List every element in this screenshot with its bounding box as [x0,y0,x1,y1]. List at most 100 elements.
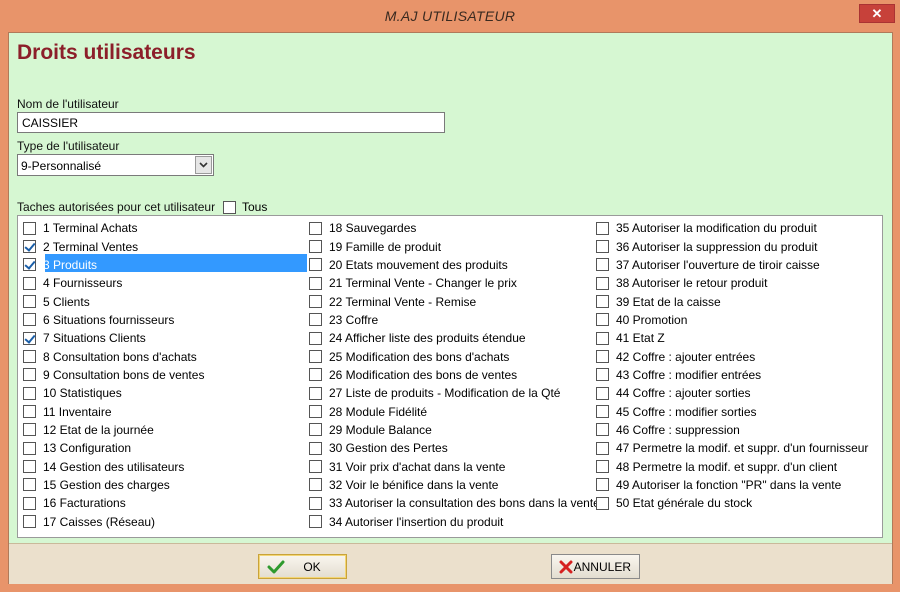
task-checkbox[interactable] [596,295,609,309]
title-bar[interactable]: M.AJ UTILISATEUR ✕ [0,0,900,33]
close-button[interactable]: ✕ [859,4,895,23]
task-checkbox[interactable] [23,313,36,327]
task-item[interactable]: 8 Consultation bons d'achats [18,347,204,365]
task-item[interactable]: 4 Fournisseurs [18,274,204,292]
task-checkbox[interactable] [23,240,36,254]
task-checkbox[interactable] [596,276,609,290]
task-item[interactable]: 47 Permetre la modif. et suppr. d'un fou… [591,439,868,457]
task-item[interactable]: 6 Situations fournisseurs [18,311,204,329]
task-checkbox[interactable] [309,368,322,382]
task-checkbox[interactable] [596,405,609,419]
task-checkbox[interactable] [23,423,36,437]
task-checkbox[interactable] [596,460,609,474]
task-item[interactable]: 39 Etat de la caisse [591,292,868,310]
task-checkbox[interactable] [309,478,322,492]
task-item[interactable]: 48 Permetre la modif. et suppr. d'un cli… [591,457,868,475]
task-item[interactable]: 3 Produits [18,256,204,274]
task-checkbox[interactable] [23,460,36,474]
task-item[interactable]: 38 Autoriser le retour produit [591,274,868,292]
task-item[interactable]: 31 Voir prix d'achat dans la vente [304,457,600,475]
task-checkbox[interactable] [309,441,322,455]
task-item[interactable]: 10 Statistiques [18,384,204,402]
task-item[interactable]: 41 Etat Z [591,329,868,347]
task-checkbox[interactable] [309,276,322,290]
task-checkbox[interactable] [309,313,322,327]
all-tasks-toggle[interactable]: Tous [223,200,267,214]
task-checkbox[interactable] [23,368,36,382]
task-checkbox[interactable] [309,240,322,254]
task-item[interactable]: 26 Modification des bons de ventes [304,366,600,384]
task-item[interactable]: 18 Sauvegardes [304,219,600,237]
task-item[interactable]: 36 Autoriser la suppression du produit [591,237,868,255]
task-checkbox[interactable] [596,240,609,254]
task-checkbox[interactable] [23,276,36,290]
task-item[interactable]: 42 Coffre : ajouter entrées [591,347,868,365]
task-item[interactable]: 46 Coffre : suppression [591,421,868,439]
task-item[interactable]: 9 Consultation bons de ventes [18,366,204,384]
task-checkbox[interactable] [596,350,609,364]
task-checkbox[interactable] [309,496,322,510]
task-item[interactable]: 25 Modification des bons d'achats [304,347,600,365]
task-item[interactable]: 30 Gestion des Pertes [304,439,600,457]
task-checkbox[interactable] [596,478,609,492]
task-item[interactable]: 29 Module Balance [304,421,600,439]
task-item[interactable]: 49 Autoriser la fonction "PR" dans la ve… [591,476,868,494]
task-item[interactable]: 1 Terminal Achats [18,219,204,237]
task-item[interactable]: 32 Voir le bénifice dans la vente [304,476,600,494]
task-checkbox[interactable] [596,313,609,327]
task-item[interactable]: 16 Facturations [18,494,204,512]
task-checkbox[interactable] [596,368,609,382]
task-checkbox[interactable] [23,515,36,529]
task-checkbox[interactable] [309,386,322,400]
task-item[interactable]: 44 Coffre : ajouter sorties [591,384,868,402]
task-item[interactable]: 28 Module Fidélité [304,402,600,420]
task-checkbox[interactable] [309,405,322,419]
task-item[interactable]: 20 Etats mouvement des produits [304,256,600,274]
task-checkbox[interactable] [596,423,609,437]
task-checkbox[interactable] [596,258,609,272]
task-item[interactable]: 17 Caisses (Réseau) [18,513,204,531]
task-item[interactable]: 45 Coffre : modifier sorties [591,402,868,420]
task-checkbox[interactable] [23,258,36,272]
task-checkbox[interactable] [309,423,322,437]
task-checkbox[interactable] [23,331,36,345]
user-name-input[interactable]: CAISSIER [17,112,445,133]
task-checkbox[interactable] [596,221,609,235]
task-item[interactable]: 35 Autoriser la modification du produit [591,219,868,237]
task-checkbox[interactable] [309,295,322,309]
task-item[interactable]: 24 Afficher liste des produits étendue [304,329,600,347]
task-item[interactable]: 27 Liste de produits - Modification de l… [304,384,600,402]
dropdown-button[interactable] [195,156,212,174]
task-item[interactable]: 40 Promotion [591,311,868,329]
task-checkbox[interactable] [309,515,322,529]
task-checkbox[interactable] [23,441,36,455]
task-checkbox[interactable] [596,386,609,400]
cancel-button[interactable]: ANNULER [551,554,640,579]
task-checkbox[interactable] [309,258,322,272]
task-checkbox[interactable] [23,478,36,492]
task-checkbox[interactable] [23,386,36,400]
task-checkbox[interactable] [596,331,609,345]
task-checkbox[interactable] [23,405,36,419]
task-item[interactable]: 15 Gestion des charges [18,476,204,494]
task-checkbox[interactable] [596,496,609,510]
task-checkbox[interactable] [309,350,322,364]
task-item[interactable]: 7 Situations Clients [18,329,204,347]
task-item[interactable]: 23 Coffre [304,311,600,329]
task-item[interactable]: 12 Etat de la journée [18,421,204,439]
task-item[interactable]: 43 Coffre : modifier entrées [591,366,868,384]
task-item[interactable]: 5 Clients [18,292,204,310]
task-checkbox[interactable] [596,441,609,455]
task-item[interactable]: 34 Autoriser l'insertion du produit [304,513,600,531]
task-checkbox[interactable] [23,295,36,309]
task-item[interactable]: 14 Gestion des utilisateurs [18,457,204,475]
task-item[interactable]: 22 Terminal Vente - Remise [304,292,600,310]
ok-button[interactable]: OK [258,554,347,579]
task-checkbox[interactable] [23,496,36,510]
task-item[interactable]: 21 Terminal Vente - Changer le prix [304,274,600,292]
task-item[interactable]: 2 Terminal Ventes [18,237,204,255]
task-item[interactable]: 13 Configuration [18,439,204,457]
all-tasks-checkbox[interactable] [223,200,236,214]
task-item[interactable]: 11 Inventaire [18,402,204,420]
task-checkbox[interactable] [309,331,322,345]
